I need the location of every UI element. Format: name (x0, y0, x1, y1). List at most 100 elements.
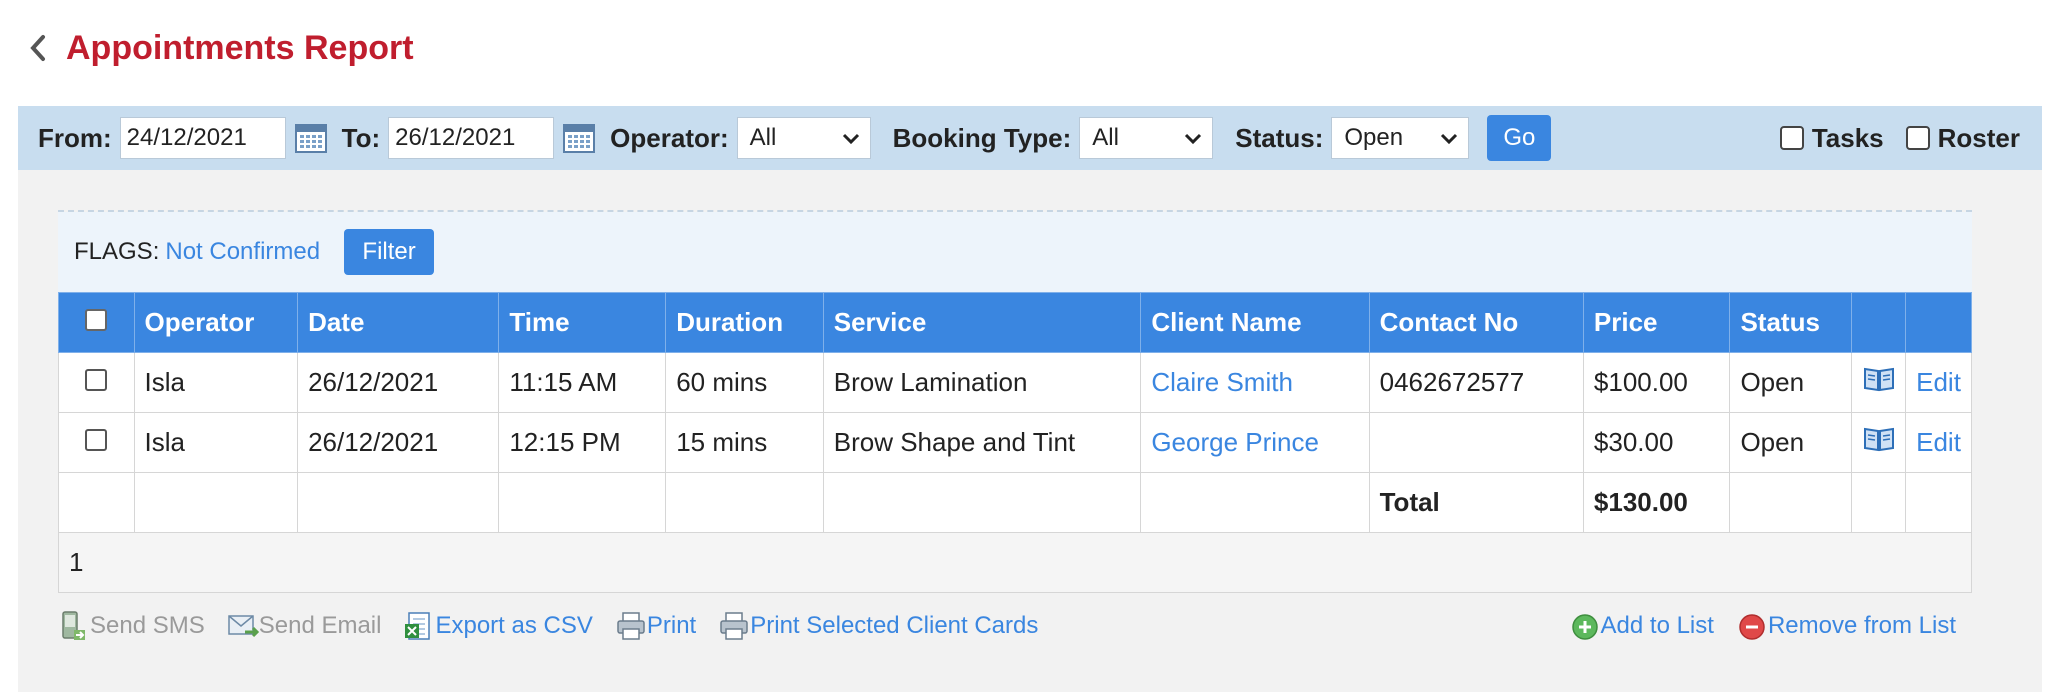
select-all-checkbox[interactable] (85, 309, 108, 331)
col-header-operator[interactable]: Operator (133, 292, 299, 353)
status-select[interactable]: Open (1331, 117, 1470, 159)
flags-bar: FLAGS: Not Confirmed Filter (58, 212, 1972, 292)
empty-cell (1851, 472, 1907, 533)
empty-cell (1140, 472, 1370, 533)
roster-checkbox[interactable] (1905, 126, 1930, 150)
pager-row: 1 (58, 532, 1972, 593)
cell-client-name-link[interactable]: George Prince (1140, 412, 1370, 473)
add-to-list-button[interactable]: Add to List (1569, 610, 1714, 642)
book-icon[interactable] (1863, 427, 1895, 458)
calendar-icon[interactable] (562, 122, 596, 154)
from-date-value: 24/12/2021 (126, 124, 247, 151)
from-label: From: (38, 122, 112, 153)
filter-button[interactable]: Filter (344, 229, 435, 275)
actions-bar: Send SMS Send Email Export as CSV Print … (58, 600, 1972, 652)
row-checkbox[interactable] (85, 429, 108, 451)
cell-client-name-link[interactable]: Claire Smith (1140, 352, 1370, 413)
print-button[interactable]: Print (615, 610, 696, 642)
page-header: Appointments Report (28, 24, 414, 72)
col-header-duration[interactable]: Duration (665, 292, 824, 353)
empty-cell (1905, 472, 1972, 533)
send-email-button[interactable]: Send Email (227, 610, 382, 642)
roster-toggle[interactable]: Roster (1905, 122, 2020, 154)
col-header-edit (1905, 292, 1972, 353)
table-row: Isla 26/12/2021 11:15 AM 60 mins Brow La… (58, 352, 1972, 413)
empty-cell (1729, 472, 1853, 533)
minus-circle-icon (1736, 610, 1766, 642)
row-checkbox[interactable] (85, 369, 108, 391)
cell-status: Open (1729, 412, 1853, 473)
col-header-client-name[interactable]: Client Name (1140, 292, 1370, 353)
cell-time: 12:15 PM (498, 412, 667, 473)
edit-link[interactable]: Edit (1905, 412, 1972, 473)
col-header-service[interactable]: Service (822, 292, 1142, 353)
operator-select[interactable]: All (736, 117, 871, 159)
cell-date: 26/12/2021 (297, 352, 500, 413)
plus-circle-icon (1569, 610, 1599, 642)
to-date-value: 26/12/2021 (395, 124, 516, 151)
to-label: To: (341, 122, 381, 153)
cell-time: 11:15 AM (498, 352, 667, 413)
table-row: Isla 26/12/2021 12:15 PM 15 mins Brow Sh… (58, 412, 1972, 473)
booking-type-select[interactable]: All (1079, 117, 1214, 159)
flag-not-confirmed-link[interactable]: Not Confirmed (165, 238, 320, 266)
status-select-value: Open (1344, 124, 1404, 151)
tasks-checkbox[interactable] (1779, 126, 1804, 150)
send-email-label: Send Email (258, 612, 382, 639)
add-to-list-label: Add to List (1600, 612, 1714, 639)
cell-contact-no: 0462672577 (1368, 352, 1584, 413)
remove-from-list-button[interactable]: Remove from List (1736, 610, 1956, 642)
select-all-header (58, 292, 135, 353)
printer-icon (615, 610, 645, 642)
col-header-status[interactable]: Status (1729, 292, 1853, 353)
cell-price: $30.00 (1582, 412, 1731, 473)
col-header-date[interactable]: Date (297, 292, 500, 353)
total-value: $130.00 (1582, 472, 1731, 533)
cell-price: $100.00 (1582, 352, 1731, 413)
empty-cell (58, 472, 135, 533)
cell-date: 26/12/2021 (297, 412, 500, 473)
col-header-contact-no[interactable]: Contact No (1368, 292, 1584, 353)
cell-operator: Isla (133, 412, 299, 473)
cell-operator: Isla (133, 352, 299, 413)
cell-status: Open (1729, 352, 1853, 413)
print-client-cards-button[interactable]: Print Selected Client Cards (718, 610, 1038, 642)
appointments-table: Operator Date Time Duration Service Clie… (58, 292, 1972, 593)
empty-cell (665, 472, 824, 533)
booking-type-label: Booking Type: (892, 122, 1072, 153)
chevron-down-icon (842, 124, 860, 152)
export-csv-button[interactable]: Export as CSV (403, 610, 593, 642)
calendar-icon[interactable] (294, 122, 328, 154)
page-title: Appointments Report (66, 28, 414, 67)
operator-select-value: All (749, 124, 777, 151)
edit-link[interactable]: Edit (1905, 352, 1972, 413)
book-icon[interactable] (1863, 367, 1895, 398)
chevron-down-icon (1440, 124, 1458, 152)
col-header-time[interactable]: Time (498, 292, 667, 353)
print-client-cards-label: Print Selected Client Cards (750, 612, 1039, 639)
from-date-input[interactable]: 24/12/2021 (119, 117, 286, 159)
view-cell (1851, 352, 1907, 413)
send-sms-label: Send SMS (90, 612, 205, 639)
send-sms-button[interactable]: Send SMS (58, 610, 205, 642)
content-panel: FLAGS: Not Confirmed Filter Operator Dat… (18, 170, 2042, 692)
col-header-price[interactable]: Price (1582, 292, 1731, 353)
col-header-view (1851, 292, 1907, 353)
back-chevron-icon[interactable] (28, 28, 58, 68)
view-toggles: Tasks Roster (1758, 123, 2042, 154)
spreadsheet-icon (403, 610, 433, 642)
tasks-toggle[interactable]: Tasks (1779, 122, 1884, 154)
total-label: Total (1368, 472, 1584, 533)
tasks-label: Tasks (1811, 122, 1884, 153)
row-select-cell (58, 352, 135, 413)
go-button[interactable]: Go (1487, 115, 1552, 161)
roster-label: Roster (1937, 122, 2020, 153)
remove-from-list-label: Remove from List (1767, 612, 1956, 639)
empty-cell (133, 472, 299, 533)
cell-contact-no (1368, 412, 1584, 473)
export-csv-label: Export as CSV (435, 612, 593, 639)
to-date-input[interactable]: 26/12/2021 (388, 117, 555, 159)
page-number[interactable]: 1 (58, 532, 1972, 593)
envelope-icon (227, 610, 259, 642)
cell-service: Brow Lamination (822, 352, 1142, 413)
